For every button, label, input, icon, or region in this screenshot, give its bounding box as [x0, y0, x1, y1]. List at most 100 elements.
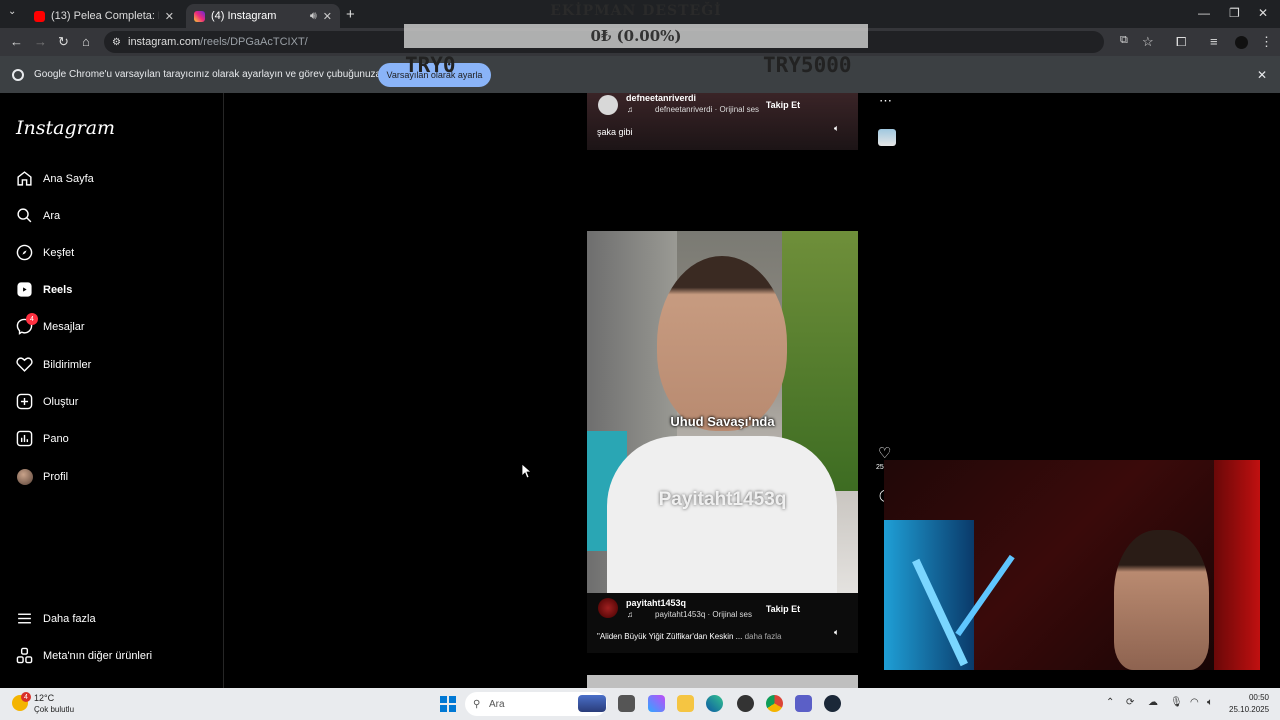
reload-button[interactable]: ↻ [58, 34, 69, 50]
instagram-icon [194, 10, 205, 22]
cloud-icon[interactable]: ☁ [1148, 697, 1158, 708]
hamburger-menu-icon [16, 610, 33, 627]
nav-meta[interactable]: Meta'nın diğer ürünleri [16, 647, 152, 664]
nav-more[interactable]: Daha fazla [16, 610, 96, 627]
volume-icon[interactable]: 🔈︎ [834, 123, 839, 134]
audio-thumbnail[interactable] [878, 129, 896, 146]
speaker-icon[interactable]: 🔊︎ [310, 10, 317, 23]
close-tab-icon[interactable]: ✕ [165, 10, 174, 23]
music-note-icon: ♫ [627, 105, 633, 114]
follow-button[interactable]: Takip Et [763, 600, 803, 618]
volume-icon[interactable]: 🔈︎ [834, 627, 839, 638]
site-info-icon[interactable]: ⚙ [112, 37, 121, 48]
clock-date[interactable]: 25.10.2025 [1229, 705, 1269, 714]
copilot-icon[interactable] [648, 695, 665, 712]
media-control-icon[interactable]: ≡ [1210, 34, 1218, 49]
restore-button[interactable]: ❐ [1229, 6, 1240, 20]
nav-label: Keşfet [43, 246, 75, 259]
reel-caption: "Aliden Büyük Yiğit Zülfikar'dan Keskin … [597, 632, 781, 641]
reel-audio[interactable]: defneetanriverdi · Orijinal ses [655, 105, 759, 114]
streamer-face [1114, 530, 1209, 670]
close-tab-icon[interactable]: ✕ [323, 10, 332, 23]
reel-username[interactable]: payitaht1453q [626, 598, 686, 608]
volume-icon[interactable]: 🔈︎ [1207, 697, 1213, 708]
install-app-icon[interactable]: ⧉ [1120, 34, 1128, 47]
nav-explore[interactable]: Keşfet [16, 244, 74, 261]
close-window-button[interactable]: ✕ [1258, 6, 1268, 20]
nav-notifications[interactable]: Bildirimler [16, 356, 91, 373]
tab-search-button[interactable]: ⌄ [8, 6, 16, 17]
more-options-icon[interactable]: ⋯ [879, 93, 892, 109]
tab-youtube[interactable]: (13) Pelea Completa: Dvalishvili ✕ [26, 4, 182, 28]
bookmark-star-icon[interactable]: ☆ [1142, 34, 1154, 50]
minimize-button[interactable]: — [1198, 6, 1210, 20]
compass-icon [16, 244, 33, 261]
nav-label: Profil [43, 470, 69, 483]
steam-icon[interactable] [824, 695, 841, 712]
goal-target-amount: TRY5000 [763, 53, 852, 77]
nav-label: Daha fazla [43, 612, 96, 625]
reel-next-preview[interactable] [587, 675, 858, 688]
obs-icon[interactable] [737, 695, 754, 712]
more-link[interactable]: daha fazla [745, 632, 782, 641]
forward-button[interactable]: → [34, 34, 47, 49]
instagram-logo[interactable]: Instagram [16, 117, 115, 139]
wifi-icon[interactable]: ◠ [1190, 697, 1199, 708]
nav-create[interactable]: Oluştur [16, 393, 78, 410]
nav-dashboard[interactable]: Pano [16, 430, 69, 447]
default-browser-infobar: Google Chrome'u varsayılan tarayıcınız o… [0, 56, 1280, 93]
message-badge: 4 [26, 313, 38, 325]
nav-label: Bildirimler [43, 358, 92, 371]
weather-temp[interactable]: 12°C [34, 693, 54, 703]
close-infobar-icon[interactable]: ✕ [1257, 68, 1267, 82]
new-tab-button[interactable]: + [346, 6, 355, 23]
sync-icon[interactable]: ⟳ [1126, 697, 1134, 708]
edge-icon[interactable] [706, 695, 723, 712]
face [657, 256, 787, 431]
reel-previous[interactable]: defneetanriverdi ♫ defneetanriverdi · Or… [587, 93, 858, 150]
avatar[interactable] [598, 95, 618, 115]
tab-title: (13) Pelea Completa: Dvalishvili [51, 10, 159, 22]
video-subtitle: Uhud Savaşı'nda [670, 414, 775, 429]
tab-instagram[interactable]: (4) Instagram 🔊︎ ✕ [186, 4, 340, 28]
reels-icon [16, 281, 33, 298]
back-button[interactable]: ← [10, 34, 23, 49]
nav-label: Ara [43, 209, 61, 222]
reel-audio[interactable]: payitaht1453q · Orijinal ses [655, 610, 752, 619]
profile-avatar[interactable] [1235, 36, 1248, 49]
url-host: instagram.com [128, 36, 201, 48]
file-explorer-icon[interactable] [677, 695, 694, 712]
teams-icon[interactable] [795, 695, 812, 712]
nav-label: Mesajlar [43, 320, 85, 333]
microphone-icon[interactable]: 🎙︎ [1170, 697, 1183, 708]
task-view-icon[interactable] [618, 695, 635, 712]
nav-reels[interactable]: Reels [16, 281, 72, 298]
reel-caption: şaka gibi [597, 127, 633, 137]
webcam-overlay [884, 460, 1260, 670]
avatar[interactable] [598, 598, 618, 618]
reel-video[interactable]: Uhud Savaşı'nda Payitaht1453q [587, 231, 858, 593]
search-highlight-icon[interactable] [578, 695, 606, 712]
extensions-icon[interactable]: ⧠ [1176, 34, 1186, 50]
nav-messages[interactable]: 4 Mesajlar [16, 313, 85, 335]
windows-start-icon[interactable] [440, 696, 456, 717]
home-button[interactable]: ⌂ [82, 34, 90, 49]
nav-label: Ana Sayfa [43, 172, 94, 185]
chrome-icon[interactable] [766, 695, 783, 712]
nav-search[interactable]: Ara [16, 207, 60, 224]
clock-time[interactable]: 00:50 [1229, 693, 1269, 702]
follow-button[interactable]: Takip Et [763, 96, 803, 114]
tray-overflow-icon[interactable]: ⌃ [1106, 697, 1114, 708]
weather-desc[interactable]: Çok bulutlu [34, 705, 74, 714]
messenger-icon: 4 [16, 313, 38, 335]
infobar-text: Google Chrome'u varsayılan tarayıcınız o… [34, 69, 426, 80]
music-note-icon: ♫ [627, 610, 633, 619]
nav-profile[interactable]: Profil [16, 468, 68, 485]
chrome-icon [12, 69, 24, 81]
nav-label: Oluştur [43, 395, 79, 408]
avatar [16, 468, 33, 485]
menu-icon[interactable]: ⋮ [1260, 34, 1273, 50]
reel-username[interactable]: defneetanriverdi [626, 93, 696, 103]
nav-home[interactable]: Ana Sayfa [16, 170, 94, 187]
tab-title: (4) Instagram [211, 10, 277, 22]
